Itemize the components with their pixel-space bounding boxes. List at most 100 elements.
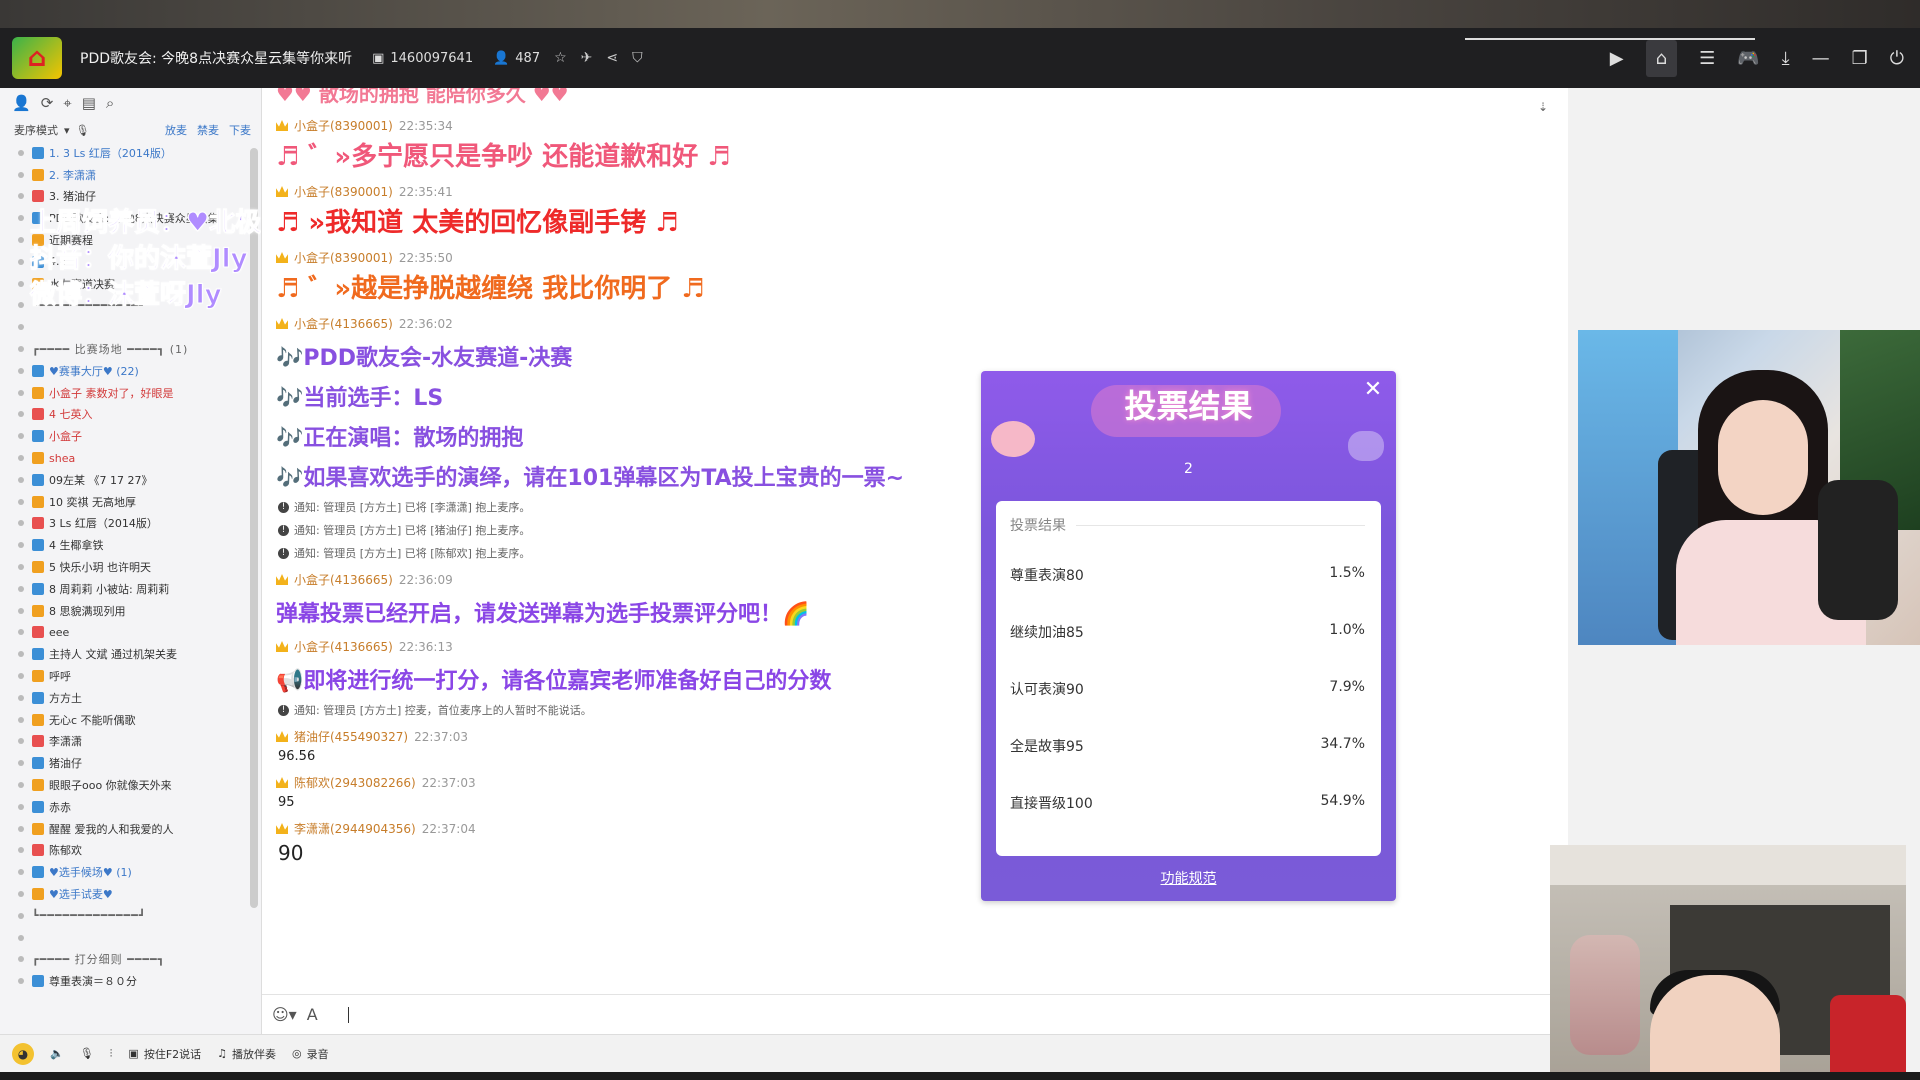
vote-result-popup: 投票结果 ✕ 2 投票结果 尊重表演80 1.5% 继续加油85 1.0% 认可表演… [981,371,1396,901]
expand-dot-icon [18,912,24,919]
shield-icon[interactable]: ⛉ [632,50,643,66]
tree-item[interactable]: 4 生椰拿铁 [0,534,261,556]
vote-option: 尊重表演80 1.5% [1010,565,1365,585]
message-time: 22:35:34 [398,118,453,133]
refresh-icon[interactable]: ⟳ [41,94,54,112]
tree-item[interactable]: 李潇潇 [0,731,261,753]
tree-item[interactable]: 10 奕祺 无高地厚 [0,491,261,513]
tree-item[interactable]: 陈郁欢 [0,840,261,862]
tree-item-label: 5 快乐小玥 也许明天 [49,561,151,575]
notes-icon[interactable]: ▤ [82,94,96,112]
tree-item[interactable]: shea [0,447,261,469]
tree-item[interactable]: 尊重表演＝８０分 [0,970,261,992]
crown-icon [276,318,288,329]
vote-round: 2 [1184,461,1193,477]
tree-item[interactable]: 方方土 [0,687,261,709]
tree-item-label: 无心c 不能听偶歌 [49,713,136,727]
share-icon[interactable]: ⋖ [606,50,618,66]
tree-item[interactable]: 8 思貌满现列用 [0,600,261,622]
chat-input[interactable] [347,1006,349,1023]
message-user[interactable]: 小盒子(8390001) [294,183,393,200]
vote-option: 继续加油85 1.0% [1010,622,1365,642]
sidebar-scrollbar[interactable] [250,148,258,908]
avatar-icon[interactable]: ◕ [12,1042,34,1065]
link-release-mic[interactable]: 放麦 [165,122,187,138]
power-icon[interactable]: ⏻ [1890,48,1904,69]
member-badge-icon [32,822,44,835]
speaker-icon[interactable]: 🔈 [50,1047,64,1060]
bottom-edge [0,1072,1920,1080]
download-icon[interactable]: ⤓ [1782,48,1790,69]
user-list-icon[interactable]: 👤 [12,94,31,112]
tree-item[interactable]: 主持人 文斌 通过机架关麦 [0,643,261,665]
message-user[interactable]: 猪油仔(455490327) [294,728,408,745]
tree-item[interactable]: eee [0,622,261,644]
tree-item[interactable]: 09左某 《7 17 27》 [0,469,261,491]
list-icon[interactable]: ☰ [1699,48,1715,69]
tree-item[interactable]: ♥选手候场♥ (1) [0,861,261,883]
tree-item[interactable]: 无心c 不能听偶歌 [0,709,261,731]
minimize-icon[interactable]: — [1812,48,1830,69]
message-user[interactable]: 小盒子(4136665) [294,315,393,332]
accompany-button[interactable]: ♫ 播放伴奏 [217,1046,276,1062]
message-user[interactable]: 李潇潇(2944904356) [294,820,416,837]
search-icon[interactable]: ⌕ [106,94,114,112]
webcam-female-streamer [1578,330,1920,645]
tree-item[interactable]: 3 Ls 红唇（2014版） [0,513,261,535]
location-icon[interactable]: ⌖ [63,94,71,112]
expand-dot-icon [18,956,24,963]
scroll-bottom-icon[interactable]: ⇣ [1538,100,1548,114]
tree-item[interactable]: 2. 李潇潇 [0,164,261,186]
plane-icon[interactable]: ✈ [581,50,593,66]
tree-item[interactable]: ┏━━━━ 比赛场地 ━━━━┓ (1) [0,338,261,360]
tree-item[interactable]: 4 七英入 [0,404,261,426]
link-off-mic[interactable]: 下麦 [229,122,251,138]
app-logo-icon: ⌂ [12,37,62,79]
tree-item[interactable]: 猪油仔 [0,752,261,774]
expand-dot-icon [18,258,24,265]
tree-item[interactable]: 眼眼子ooo 你就像天外来 [0,774,261,796]
tree-item[interactable]: 呼呼 [0,665,261,687]
message-user[interactable]: 小盒子(4136665) [294,638,393,655]
message-user[interactable]: 陈郁欢(2943082266) [294,774,416,791]
queue-mode-select[interactable]: 麦序模式 [14,122,58,138]
message-user[interactable]: 小盒子(8390001) [294,117,393,134]
record-button[interactable]: ◎ 录音 [292,1046,329,1062]
rules-link[interactable]: 功能规范 [981,868,1396,888]
room-title: PDD歌友会: 今晚8点决赛众星云集等你来听 [80,51,353,67]
link-ban-mic[interactable]: 禁麦 [197,122,219,138]
tree-item[interactable]: 醒醒 爱我的人和我爱的人 [0,818,261,840]
microphone-icon[interactable]: 🎙 [80,1047,94,1060]
home-icon[interactable]: ⌂ [1645,39,1678,77]
tree-item[interactable] [0,927,261,949]
gamepad-icon[interactable]: 🎮 [1737,48,1759,69]
tree-item[interactable]: 1. 3 Ls 红唇（2014版） [0,142,261,164]
member-badge-icon [32,190,44,203]
tree-item[interactable]: 5 快乐小玥 也许明天 [0,556,261,578]
tree-item[interactable]: ┗━━━━━━━━━━━━━┛ [0,905,261,927]
expand-dot-icon [18,411,24,418]
tree-item[interactable]: 赤赤 [0,796,261,818]
font-icon[interactable]: A [307,1005,318,1024]
vote-option-label: 尊重表演80 [1010,568,1084,584]
mic-icon: 🎙 [75,123,90,137]
tree-item-label: ♥选手候场♥ (1) [49,866,132,880]
tree-item[interactable]: ┏━━━━ 打分细则 ━━━━┓ [0,948,261,970]
push-to-talk-button[interactable]: ▣ 按住F2说话 [128,1046,201,1062]
favorite-icon[interactable]: ☆ [554,50,567,66]
tree-item[interactable]: 8 周莉莉 小被站: 周莉莉 [0,578,261,600]
message-user[interactable]: 小盒子(8390001) [294,249,393,266]
tree-item[interactable]: ♥赛事大厅♥ (22) [0,360,261,382]
emoji-icon[interactable]: ☺▾ [272,1005,297,1024]
video-icon[interactable]: ▶ [1610,48,1624,69]
message-user[interactable]: 小盒子(4136665) [294,571,393,588]
mixer-icon[interactable]: ⫶ [110,1047,113,1061]
tree-item[interactable] [0,316,261,338]
tree-item[interactable]: 小盒子 素数对了，好眼是 [0,382,261,404]
close-icon[interactable]: ✕ [1358,375,1388,405]
crown-icon [276,777,288,788]
tree-item[interactable]: 小盒子 [0,425,261,447]
member-badge-icon [32,713,44,726]
tree-item[interactable]: ♥选手试麦♥ [0,883,261,905]
restore-icon[interactable]: ❐ [1852,48,1868,69]
